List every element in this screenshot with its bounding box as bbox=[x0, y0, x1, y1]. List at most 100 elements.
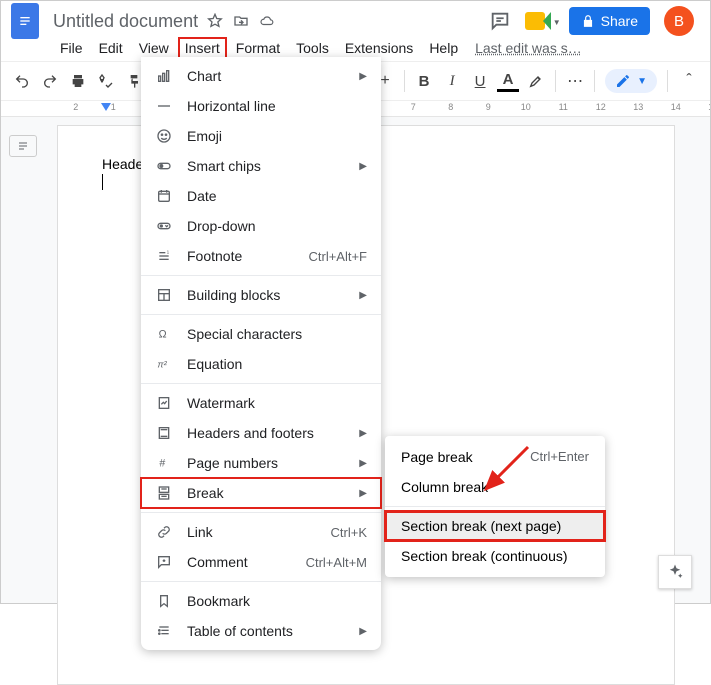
account-avatar[interactable]: B bbox=[664, 6, 694, 36]
menu-insert[interactable]: Insert bbox=[178, 37, 227, 59]
insert-equation[interactable]: π²Equation bbox=[141, 349, 381, 379]
menu-tools[interactable]: Tools bbox=[289, 37, 336, 59]
hash-icon: # bbox=[155, 454, 173, 472]
menu-item-label: Comment bbox=[187, 554, 306, 570]
chevron-right-icon: ▶ bbox=[359, 161, 367, 172]
comment-history-icon[interactable] bbox=[489, 10, 511, 32]
move-icon[interactable] bbox=[232, 12, 250, 30]
watermark-icon bbox=[155, 394, 173, 412]
insert-link[interactable]: LinkCtrl+K bbox=[141, 517, 381, 547]
insert-building-blocks[interactable]: Building blocks ▶ bbox=[141, 280, 381, 310]
menu-item-label: Bookmark bbox=[187, 593, 367, 609]
svg-text:Ω: Ω bbox=[159, 328, 167, 340]
meet-button[interactable]: ▼ bbox=[525, 9, 555, 33]
editing-mode-button[interactable]: ▼ bbox=[605, 69, 657, 93]
undo-icon[interactable] bbox=[11, 70, 33, 92]
insert-chart[interactable]: Chart ▶ bbox=[141, 61, 381, 91]
spellcheck-icon[interactable] bbox=[95, 70, 117, 92]
break-section-break-next-page-[interactable]: Section break (next page) bbox=[385, 511, 605, 541]
emoji-icon bbox=[155, 127, 173, 145]
menu-shortcut: Ctrl+Alt+F bbox=[308, 249, 367, 264]
text-color-button[interactable]: A bbox=[497, 70, 519, 92]
highlight-button[interactable] bbox=[525, 70, 547, 92]
share-button[interactable]: Share bbox=[569, 7, 650, 35]
chevron-right-icon: ▶ bbox=[359, 71, 367, 82]
star-icon[interactable] bbox=[206, 12, 224, 30]
menu-item-label: Building blocks bbox=[187, 287, 353, 303]
italic-button[interactable]: I bbox=[441, 70, 463, 92]
pi-icon: π² bbox=[155, 355, 173, 373]
last-edit-link[interactable]: Last edit was s… bbox=[475, 40, 582, 56]
footnote-icon: 1 bbox=[155, 247, 173, 265]
bold-button[interactable]: B bbox=[413, 70, 435, 92]
break-section-break-continuous-[interactable]: Section break (continuous) bbox=[385, 541, 605, 571]
submenu-label: Section break (continuous) bbox=[401, 548, 589, 564]
menu-shortcut: Ctrl+Alt+M bbox=[306, 555, 367, 570]
chart-icon bbox=[155, 67, 173, 85]
hide-menus-icon[interactable]: ˆ bbox=[678, 70, 700, 92]
insert-comment[interactable]: CommentCtrl+Alt+M bbox=[141, 547, 381, 577]
menu-item-label: Link bbox=[187, 524, 331, 540]
menu-item-label: Drop-down bbox=[187, 218, 367, 234]
bookmark-icon bbox=[155, 592, 173, 610]
chevron-right-icon: ▶ bbox=[359, 626, 367, 637]
cloud-icon[interactable] bbox=[258, 12, 276, 30]
break-icon bbox=[155, 484, 173, 502]
menu-item-label: Chart bbox=[187, 68, 353, 84]
menu-file[interactable]: File bbox=[53, 37, 90, 59]
more-toolbar-icon[interactable]: ⋯ bbox=[564, 70, 586, 92]
menu-help[interactable]: Help bbox=[422, 37, 465, 59]
insert-watermark[interactable]: Watermark bbox=[141, 388, 381, 418]
outline-toggle-icon[interactable] bbox=[9, 135, 37, 157]
insert-page-numbers[interactable]: # Page numbers ▶ bbox=[141, 448, 381, 478]
insert-footnote[interactable]: 1FootnoteCtrl+Alt+F bbox=[141, 241, 381, 271]
headers-icon bbox=[155, 424, 173, 442]
svg-text:π²: π² bbox=[157, 359, 167, 369]
menu-extensions[interactable]: Extensions bbox=[338, 37, 420, 59]
menu-item-label: Date bbox=[187, 188, 367, 204]
break-column-break[interactable]: Column break bbox=[385, 472, 605, 502]
submenu-label: Page break bbox=[401, 449, 530, 465]
blocks-icon bbox=[155, 286, 173, 304]
omega-icon: Ω bbox=[155, 325, 173, 343]
insert-horizontal-line[interactable]: Horizontal line bbox=[141, 91, 381, 121]
chevron-right-icon: ▶ bbox=[359, 488, 367, 499]
submenu-label: Section break (next page) bbox=[401, 518, 589, 534]
submenu-shortcut: Ctrl+Enter bbox=[530, 449, 589, 465]
hr-icon bbox=[155, 97, 173, 115]
insert-special-characters[interactable]: Ω Special characters bbox=[141, 319, 381, 349]
insert-table-of-contents[interactable]: Table of contents ▶ bbox=[141, 616, 381, 646]
chip-icon bbox=[155, 157, 173, 175]
insert-emoji[interactable]: Emoji bbox=[141, 121, 381, 151]
date-icon bbox=[155, 187, 173, 205]
underline-button[interactable]: U bbox=[469, 70, 491, 92]
menu-item-label: Emoji bbox=[187, 128, 367, 144]
menu-item-label: Page numbers bbox=[187, 455, 353, 471]
break-page-break[interactable]: Page breakCtrl+Enter bbox=[385, 442, 605, 472]
insert-menu-dropdown: Chart ▶ Horizontal line Emoji Smart chips▶ Da… bbox=[141, 57, 381, 650]
chevron-right-icon: ▶ bbox=[359, 458, 367, 469]
insert-drop-down[interactable]: Drop-down bbox=[141, 211, 381, 241]
insert-bookmark[interactable]: Bookmark bbox=[141, 586, 381, 616]
insert-smart-chips[interactable]: Smart chips▶ bbox=[141, 151, 381, 181]
svg-text:#: # bbox=[159, 457, 165, 469]
explore-button[interactable] bbox=[658, 555, 692, 589]
docs-logo[interactable] bbox=[11, 3, 39, 39]
toc-icon bbox=[155, 622, 173, 640]
menu-edit[interactable]: Edit bbox=[92, 37, 130, 59]
chevron-right-icon: ▶ bbox=[359, 290, 367, 301]
redo-icon[interactable] bbox=[39, 70, 61, 92]
menu-item-label: Horizontal line bbox=[187, 98, 367, 114]
insert-break[interactable]: Break▶ bbox=[141, 478, 381, 508]
submenu-label: Column break bbox=[401, 479, 589, 495]
document-title[interactable]: Untitled document bbox=[53, 11, 198, 32]
menu-format[interactable]: Format bbox=[229, 37, 287, 59]
chevron-right-icon: ▶ bbox=[359, 428, 367, 439]
print-icon[interactable] bbox=[67, 70, 89, 92]
dropdown-icon bbox=[155, 217, 173, 235]
menu-view[interactable]: View bbox=[132, 37, 176, 59]
menu-item-label: Table of contents bbox=[187, 623, 353, 639]
menu-item-label: Special characters bbox=[187, 326, 367, 342]
insert-date[interactable]: Date bbox=[141, 181, 381, 211]
insert-headers-and-footers[interactable]: Headers and footers▶ bbox=[141, 418, 381, 448]
